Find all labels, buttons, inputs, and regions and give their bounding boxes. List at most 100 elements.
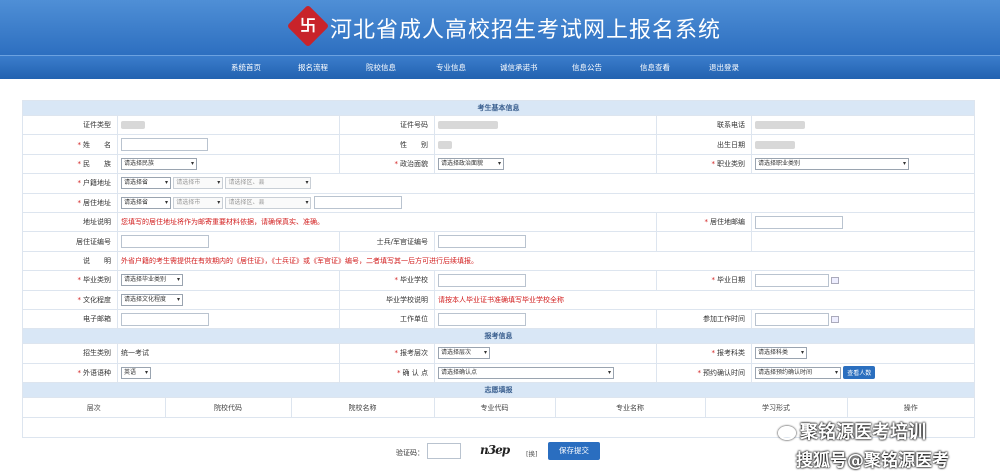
nav-pledge[interactable]: 诚信承诺书 [500, 62, 538, 73]
confirm-time-value: 请选择预约确认时间 [758, 368, 813, 376]
value-ethnic: 请选择民族 ▾ [117, 153, 340, 175]
grad-school-input[interactable] [438, 273, 526, 287]
value-birth [750, 134, 976, 155]
wish-col-school-code: 院校代码 [165, 398, 292, 417]
value-grad-type: 请选择毕业类别 ▾ [117, 270, 340, 291]
label-occupation: 职业类别 [717, 159, 745, 168]
refresh-captcha-link[interactable]: [换] [526, 448, 538, 458]
ethnic-select-value: 请选择民族 [124, 159, 155, 167]
name-input[interactable] [121, 138, 208, 152]
label-site-cell: * 确 认 点 [339, 362, 435, 384]
label-name-cell: * 姓 名 [22, 134, 118, 155]
site-header: 卐 河北省成人高校招生考试网上报名系统 [0, 0, 1000, 55]
value-grad-date [750, 270, 976, 291]
value-res-post [750, 211, 976, 233]
hukou-province-value: 请选择省 [124, 179, 149, 187]
wish-col-school-name: 院校名称 [291, 398, 435, 417]
captcha-image[interactable]: n3ep [480, 443, 510, 457]
submit-button[interactable]: 保存提交 [548, 442, 600, 460]
res-permit-input[interactable] [121, 235, 209, 249]
section-exam-info: 报考信息 [21, 328, 976, 345]
label-hukou: 户籍地址 [83, 179, 111, 188]
value-confirm-time: 请选择预约确认时间 ▾ 查看人数 [750, 362, 976, 384]
residence-detail-input[interactable] [313, 196, 402, 210]
site-value: 请选择确认点 [441, 368, 478, 376]
res-post-input[interactable] [755, 215, 843, 229]
addr-note-text: 您填写的居住地址将作为邮寄重要材料依据，请确保真实、准确。 [117, 211, 657, 233]
label-email: 电子邮箱 [22, 308, 118, 330]
politics-select[interactable]: 请选择政治面貌 ▾ [438, 157, 504, 170]
occupation-select[interactable]: 请选择职业类别 ▾ [755, 157, 909, 170]
nav-process[interactable]: 报名流程 [298, 62, 328, 73]
label-level-cell: * 报考层次 [339, 343, 435, 364]
nav-logout[interactable]: 退出登录 [709, 62, 739, 73]
registration-form: 考生基本信息 证件类型 证件号码 联系电话 * 姓 名 性 别 出生日期 * 民 族… [21, 100, 976, 438]
nav-notices[interactable]: 信息公告 [572, 62, 602, 73]
foreign-select[interactable]: 英语 ▾ [121, 366, 151, 379]
confirm-time-select[interactable]: 请选择预约确认时间 ▾ [755, 366, 841, 379]
view-count-button[interactable]: 查看人数 [843, 366, 876, 380]
label-residence: 居住地址 [83, 198, 111, 207]
site-title: 河北省成人高校招生考试网上报名系统 [330, 18, 722, 43]
nav-view-info[interactable]: 信息查看 [640, 62, 670, 73]
calendar-icon[interactable] [831, 315, 839, 323]
label-grad-type-cell: * 毕业类别 [22, 270, 118, 291]
calendar-icon[interactable] [831, 276, 839, 284]
nav-home[interactable]: 系统首页 [231, 62, 261, 73]
residence-district-select[interactable]: 请选择区、县 ▾ [225, 196, 312, 209]
label-work-unit: 工作单位 [339, 308, 435, 330]
redacted-value [121, 121, 145, 130]
wish-col-action: 操作 [903, 403, 918, 412]
residence-province-select[interactable]: 请选择省 ▾ [121, 196, 171, 209]
label-foreign: 外语语种 [83, 368, 111, 377]
label-gender: 性 别 [339, 134, 435, 155]
value-id-type [117, 114, 340, 136]
value-foreign: 英语 ▾ [117, 362, 340, 384]
nav-colleges[interactable]: 院校信息 [366, 62, 396, 73]
verify-input[interactable] [427, 443, 461, 459]
watermark-line2: 搜狐号@聚铭源医考 [796, 451, 949, 471]
label-foreign-cell: * 外语语种 [22, 362, 118, 384]
value-email [117, 308, 340, 330]
level-select[interactable]: 请选择层次 ▾ [438, 347, 490, 360]
label-subject-cell: * 报考科类 [656, 343, 752, 364]
label-hukou-cell: * 户籍地址 [22, 173, 118, 194]
watermark-line1: 聚铭源医考培训 [778, 418, 926, 444]
email-input[interactable] [121, 312, 209, 326]
value-enroll-type: 统一考试 [117, 343, 340, 364]
empty-cell [656, 231, 752, 252]
occupation-select-value: 请选择职业类别 [758, 159, 801, 167]
value-hukou: 请选择省 ▾ 请选择市 ▾ 请选择区、县 ▾ [116, 173, 976, 194]
hukou-province-select[interactable]: 请选择省 ▾ [121, 177, 171, 190]
hukou-city-select[interactable]: 请选择市 ▾ [173, 177, 224, 190]
grad-date-input[interactable] [755, 273, 829, 287]
label-ethnic: 民 族 [83, 159, 111, 168]
ethnic-select[interactable]: 请选择民族 ▾ [121, 157, 197, 170]
label-ethnic-cell: * 民 族 [22, 153, 118, 175]
school-note-text: 请按本人毕业证书准确填写毕业学校全称 [433, 289, 976, 310]
education-select[interactable]: 请选择文化程度 ▾ [121, 293, 183, 306]
label-name: 姓 名 [83, 140, 111, 149]
value-grad-school [434, 270, 657, 291]
work-unit-input[interactable] [438, 312, 526, 326]
logo-mark: 卐 [299, 16, 316, 35]
residence-province-value: 请选择省 [124, 198, 149, 206]
redacted-value [755, 140, 795, 149]
nav-majors[interactable]: 专业信息 [436, 62, 466, 73]
residence-city-select[interactable]: 请选择市 ▾ [173, 196, 224, 209]
site-select[interactable]: 请选择确认点 ▾ [438, 366, 614, 379]
wish-col-study-form: 学习形式 [705, 398, 848, 417]
label-education: 文化程度 [83, 295, 111, 304]
subject-select[interactable]: 请选择科类 ▾ [755, 347, 807, 360]
grad-type-select[interactable]: 请选择毕业类别 ▾ [121, 274, 183, 287]
soldier-input[interactable] [438, 235, 526, 249]
label-occupation-cell: * 职业类别 [656, 153, 752, 175]
label-grad-school: 毕业学校 [400, 276, 428, 285]
politics-select-value: 请选择政治面貌 [441, 159, 484, 167]
hukou-district-select[interactable]: 请选择区、县 ▾ [225, 177, 312, 190]
hukou-city-value: 请选择市 [176, 179, 201, 187]
work-time-input[interactable] [755, 312, 829, 326]
label-education-cell: * 文化程度 [22, 289, 118, 310]
label-school-note: 毕业学校说明 [339, 289, 435, 310]
value-name [117, 134, 340, 155]
